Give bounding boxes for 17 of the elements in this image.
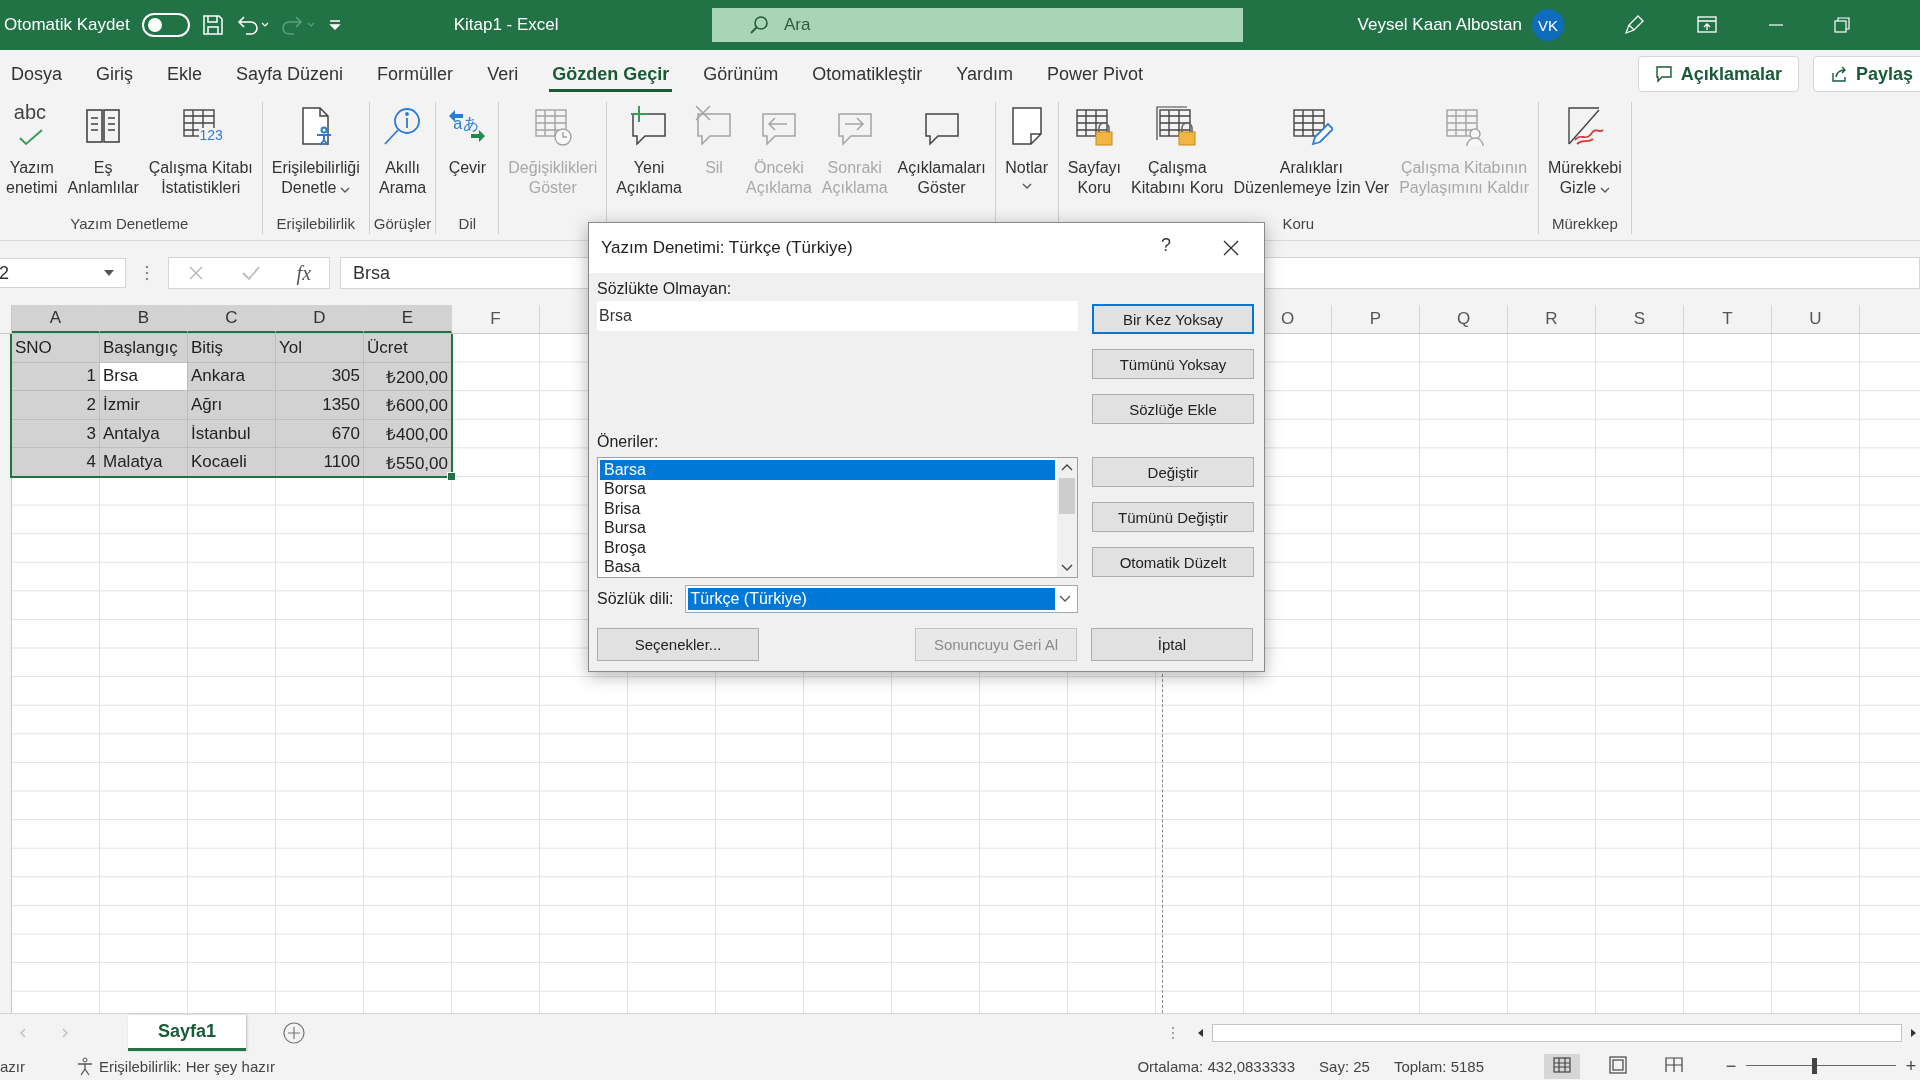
status-mode: azır bbox=[0, 1057, 25, 1075]
count-readout: Say: 25 bbox=[1319, 1057, 1370, 1075]
average-readout: Ortalama: 432,0833333 bbox=[1137, 1057, 1296, 1075]
autosave-label: Otomatik Kaydet bbox=[4, 15, 130, 35]
user-name: Veysel Kaan Albostan bbox=[1357, 15, 1522, 35]
group-label: Görüşler bbox=[373, 215, 432, 234]
field-label: Sözlük dili: bbox=[597, 589, 674, 609]
group-label: Dil bbox=[458, 215, 477, 234]
dialog-title: Yazım Denetimi: Türkçe (Türkiye) bbox=[601, 238, 853, 258]
sum-readout: Toplam: 5185 bbox=[1393, 1057, 1484, 1075]
window-title: Kitap1 - Excel bbox=[453, 15, 559, 35]
group-label: Koru bbox=[1282, 215, 1315, 234]
field-label: Sözlükte Olmayan: bbox=[597, 279, 732, 299]
group-label: Mürekkep bbox=[1551, 215, 1618, 234]
group-label: Yazım Denetleme bbox=[70, 215, 189, 234]
group-label: Erişilebilirlik bbox=[276, 215, 355, 234]
field-label: Öneriler: bbox=[597, 432, 659, 452]
